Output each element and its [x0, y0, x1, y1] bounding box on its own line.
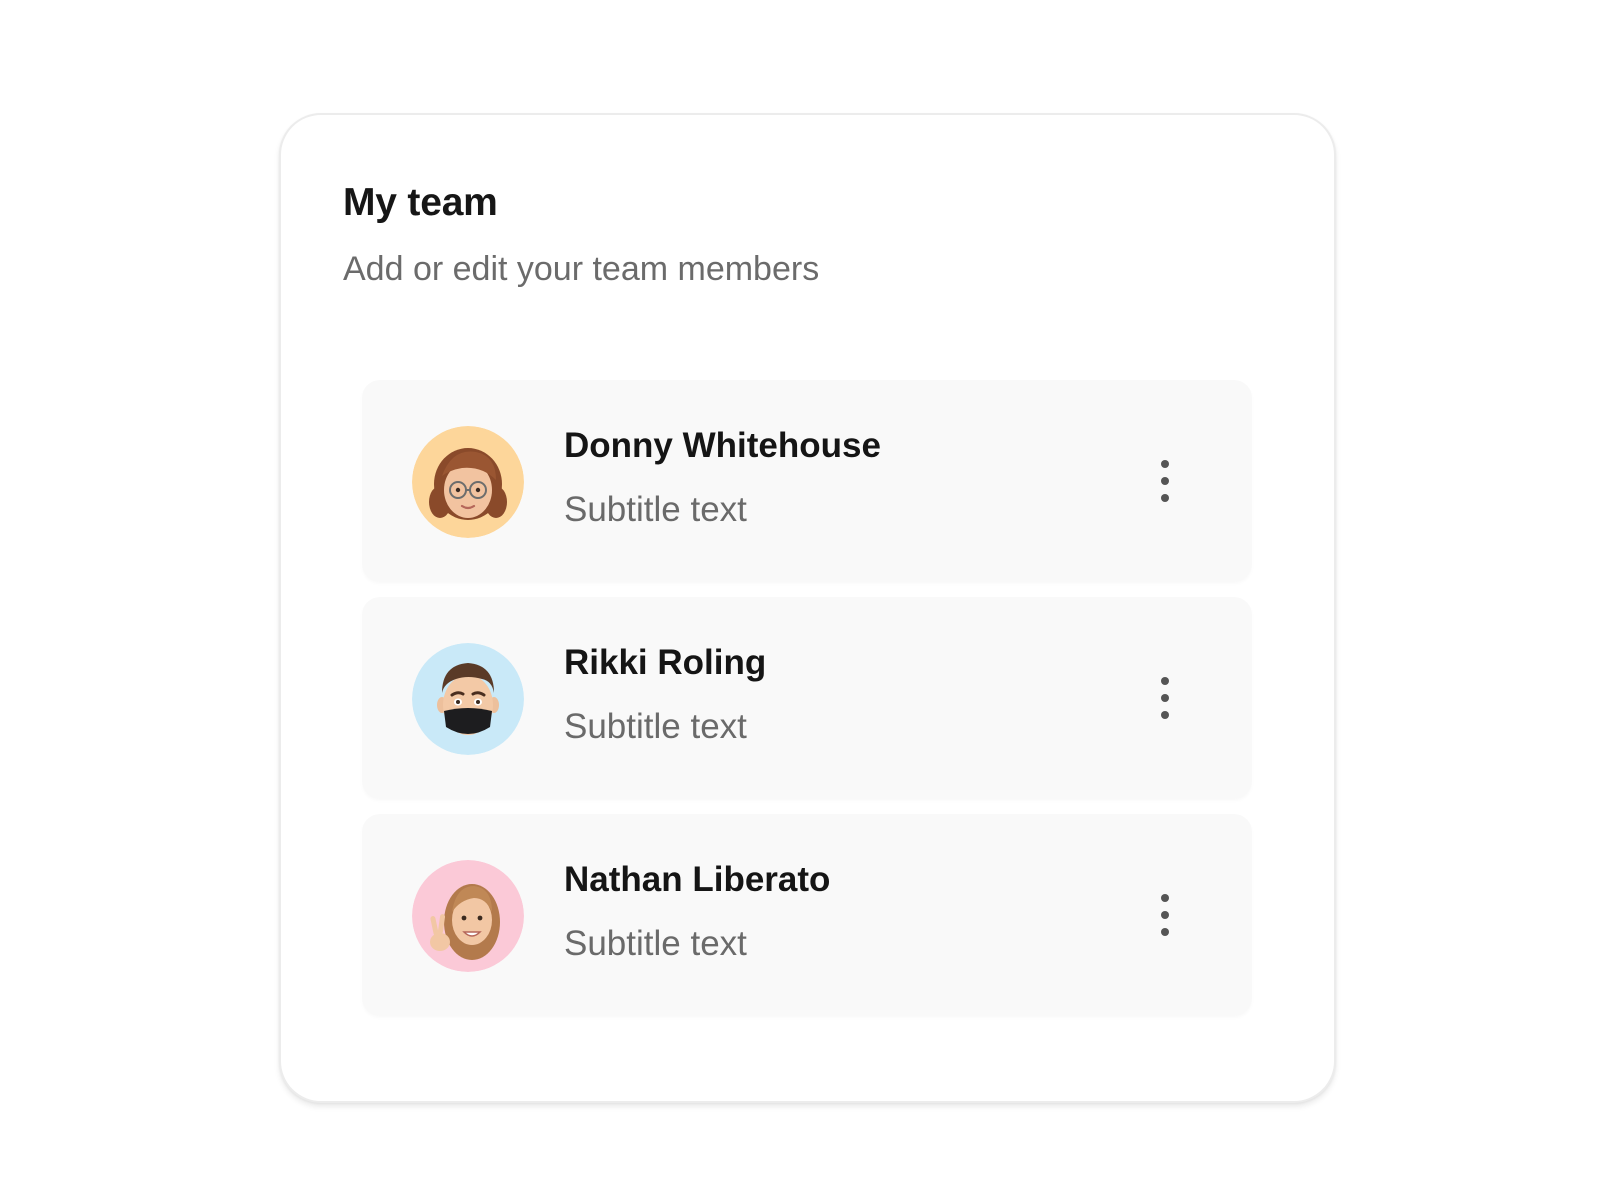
card-subtitle: Add or edit your team members: [343, 250, 820, 288]
team-card: My team Add or edit your team members Do…: [279, 113, 1336, 1103]
more-vertical-icon: [1161, 460, 1169, 502]
member-row-rikki-roling[interactable]: Rikki Roling Subtitle text: [362, 597, 1252, 799]
avatar: [412, 860, 524, 972]
card-title: My team: [343, 181, 498, 224]
member-subtitle: Subtitle text: [564, 924, 747, 963]
member-list: Donny Whitehouse Subtitle text Rikki Rol…: [362, 380, 1252, 1031]
more-options-button[interactable]: [1150, 890, 1180, 940]
avatar: [412, 643, 524, 755]
member-subtitle: Subtitle text: [564, 707, 747, 746]
more-vertical-icon: [1161, 894, 1169, 936]
member-subtitle: Subtitle text: [564, 490, 747, 529]
member-name: Nathan Liberato: [564, 860, 831, 899]
more-options-button[interactable]: [1150, 673, 1180, 723]
memoji-peace-sign-icon: [412, 860, 524, 972]
avatar: [412, 426, 524, 538]
more-vertical-icon: [1161, 677, 1169, 719]
memoji-man-mask-icon: [412, 643, 524, 755]
memoji-woman-glasses-icon: [412, 426, 524, 538]
member-row-nathan-liberato[interactable]: Nathan Liberato Subtitle text: [362, 814, 1252, 1016]
member-name: Donny Whitehouse: [564, 426, 881, 465]
more-options-button[interactable]: [1150, 456, 1180, 506]
member-name: Rikki Roling: [564, 643, 767, 682]
member-row-donny-whitehouse[interactable]: Donny Whitehouse Subtitle text: [362, 380, 1252, 582]
